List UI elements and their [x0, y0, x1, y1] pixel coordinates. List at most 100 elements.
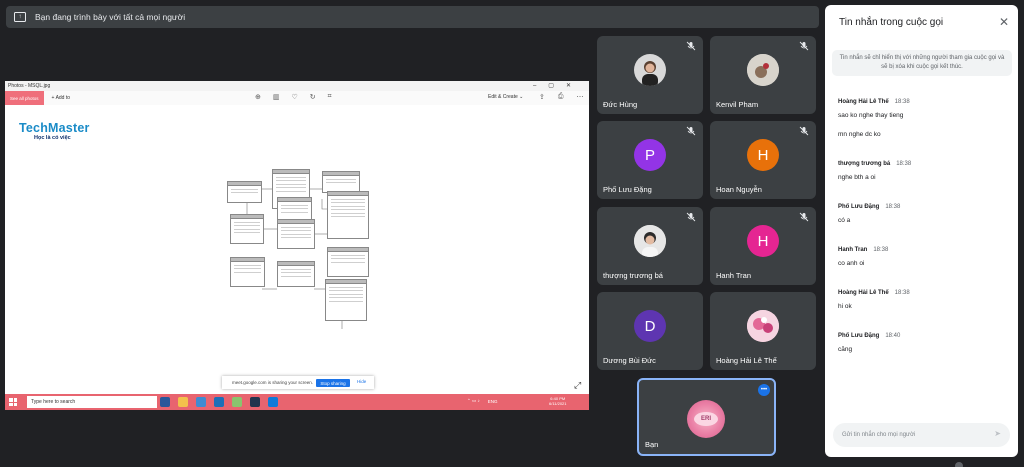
expand-icon[interactable]: ⤢ [574, 380, 581, 391]
participant-tile[interactable]: H Hanh Tran [710, 207, 816, 285]
taskbar-search-input[interactable]: Type here to search [27, 396, 157, 408]
message-time: 18:38 [873, 247, 889, 253]
participant-tile[interactable]: Hoàng Hải Lê Thế [710, 292, 816, 370]
chat-messages: Hoàng Hải Lê Thế 18:38 sao ko nghe thay t… [838, 90, 1008, 367]
mic-off-icon [799, 126, 809, 136]
message-text: hi ok [838, 303, 852, 310]
photos-toolbar: See all photos + Add to ⊕ ▥ ♡ ↻ ⌗ Edit &… [5, 91, 589, 105]
message-text: căng [838, 346, 853, 353]
more-options-icon[interactable]: ••• [758, 384, 770, 396]
photos-icon[interactable] [268, 397, 278, 407]
participant-name: Hoan Nguyễn [716, 185, 762, 194]
erd-table [325, 279, 367, 321]
participant-tile[interactable]: Đức Hùng [597, 36, 703, 114]
mail-icon[interactable] [214, 397, 224, 407]
rotate-icon[interactable]: ↻ [310, 93, 316, 101]
chat-message: Hanh Tran 18:38 co anh oi [838, 238, 1008, 268]
message-sender: Phố Lưu Đặng [838, 333, 880, 339]
participant-name: Phố Lưu Đặng [603, 185, 652, 194]
participant-tile[interactable]: D Dương Bùi Đức [597, 292, 703, 370]
language-indicator[interactable]: ENG [488, 399, 498, 404]
favorite-icon[interactable]: ♡ [292, 93, 298, 101]
self-name: Bạn [645, 440, 659, 449]
window-titlebar: Photos - MSQL.jpg –▢✕ [5, 81, 589, 91]
message-time: 18:38 [894, 99, 910, 105]
more-icon[interactable]: ⋯ [576, 93, 583, 101]
erd-table [322, 171, 360, 193]
present-screen-icon: ↑ [14, 12, 26, 22]
app-icon[interactable] [232, 397, 242, 407]
avatar: D [634, 310, 666, 342]
logo-tagline: Học là có việc [34, 135, 71, 141]
user-photo-icon [747, 310, 779, 342]
taskbar-apps [160, 397, 278, 407]
erd-table [327, 191, 369, 239]
message-time: 18:40 [885, 333, 901, 339]
add-to-button[interactable]: + Add to [52, 95, 71, 101]
edit-create-menu[interactable]: Edit & Create ⌄ [488, 94, 523, 100]
chat-panel: Tin nhắn trong cuộc gọi ✕ Tin nhắn sẽ ch… [825, 5, 1018, 457]
erd-table [227, 181, 262, 203]
chat-notice: Tin nhắn sẽ chỉ hiển thị với những người… [832, 50, 1012, 76]
mic-off-icon [799, 212, 809, 222]
message-text: co anh oi [838, 260, 865, 267]
zoom-icon[interactable]: ⊕ [255, 93, 261, 101]
participant-tile[interactable]: P Phố Lưu Đặng [597, 121, 703, 199]
participant-tile[interactable]: thượng trương bá [597, 207, 703, 285]
tray-icons[interactable]: ⌃ ▭ ♪ [467, 398, 480, 404]
avatar: H [747, 139, 779, 171]
close-icon[interactable]: ✕ [999, 16, 1009, 28]
avatar [634, 225, 666, 257]
message-sender: Hoàng Hải Lê Thế [838, 99, 889, 105]
self-tile[interactable]: ••• ERI Bạn [637, 378, 776, 456]
participant-name: Hanh Tran [716, 271, 752, 280]
stop-sharing-button[interactable]: Stop sharing [316, 379, 350, 387]
user-photo-icon [642, 61, 658, 86]
message-time: 18:38 [885, 204, 901, 210]
taskbar-search-text: Type here to search [31, 399, 76, 405]
delete-icon[interactable]: ▥ [273, 93, 280, 101]
message-sender: thượng trương bá [838, 161, 891, 167]
screen-share-banner: meet.google.com is sharing your screen. … [222, 376, 374, 389]
hide-banner-link[interactable]: Hide [357, 379, 366, 384]
participant-name: thượng trương bá [603, 271, 663, 280]
presenting-text: Bạn đang trình bày với tất cả mọi người [35, 12, 186, 22]
store-icon[interactable] [196, 397, 206, 407]
erd-table [327, 247, 369, 277]
erd-table [230, 214, 264, 244]
message-sender: Phố Lưu Đặng [838, 204, 880, 210]
share-icon[interactable]: ⇪ [539, 93, 545, 101]
mic-off-icon [686, 126, 696, 136]
app-icon[interactable] [250, 397, 260, 407]
print-icon[interactable]: ⎙ [558, 93, 564, 101]
avatar [747, 54, 779, 86]
bottom-indicator [955, 462, 963, 467]
message-text: sao ko nghe thay tieng [838, 112, 904, 119]
chat-message: Phố Lưu Đặng 18:38 có a [838, 195, 1008, 225]
participant-name: Đức Hùng [603, 100, 638, 109]
file-explorer-icon[interactable] [178, 397, 188, 407]
windows-start-icon[interactable] [9, 398, 17, 406]
window-controls[interactable]: –▢✕ [533, 82, 583, 89]
participant-tile[interactable]: Kenvil Pham [710, 36, 816, 114]
chat-message-input[interactable]: Gửi tin nhắn cho mọi người ➤ [833, 423, 1010, 447]
erd-table [277, 261, 315, 287]
send-icon[interactable]: ➤ [994, 430, 1001, 438]
avatar: P [634, 139, 666, 171]
chat-message: thượng trương bá 18:38 nghe bth a oi [838, 152, 1008, 182]
participant-name: Dương Bùi Đức [603, 356, 656, 365]
taskbar-clock[interactable]: 6:40 PM 6/11/2021 [549, 396, 567, 406]
participant-tile[interactable]: H Hoan Nguyễn [710, 121, 816, 199]
user-photo-icon [634, 225, 666, 257]
avatar: H [747, 225, 779, 257]
edge-icon[interactable] [160, 397, 170, 407]
see-all-photos-button[interactable]: See all photos [5, 91, 44, 105]
avatar [634, 54, 666, 86]
chat-message: Phố Lưu Đặng 18:40 căng [838, 324, 1008, 354]
window-title: Photos - MSQL.jpg [8, 83, 51, 89]
avatar [747, 310, 779, 342]
message-sender: Hoàng Hải Lê Thế [838, 290, 889, 296]
crop-icon[interactable]: ⌗ [328, 93, 332, 101]
mic-off-icon [686, 212, 696, 222]
shared-screen: Photos - MSQL.jpg –▢✕ See all photos + A… [5, 81, 589, 410]
